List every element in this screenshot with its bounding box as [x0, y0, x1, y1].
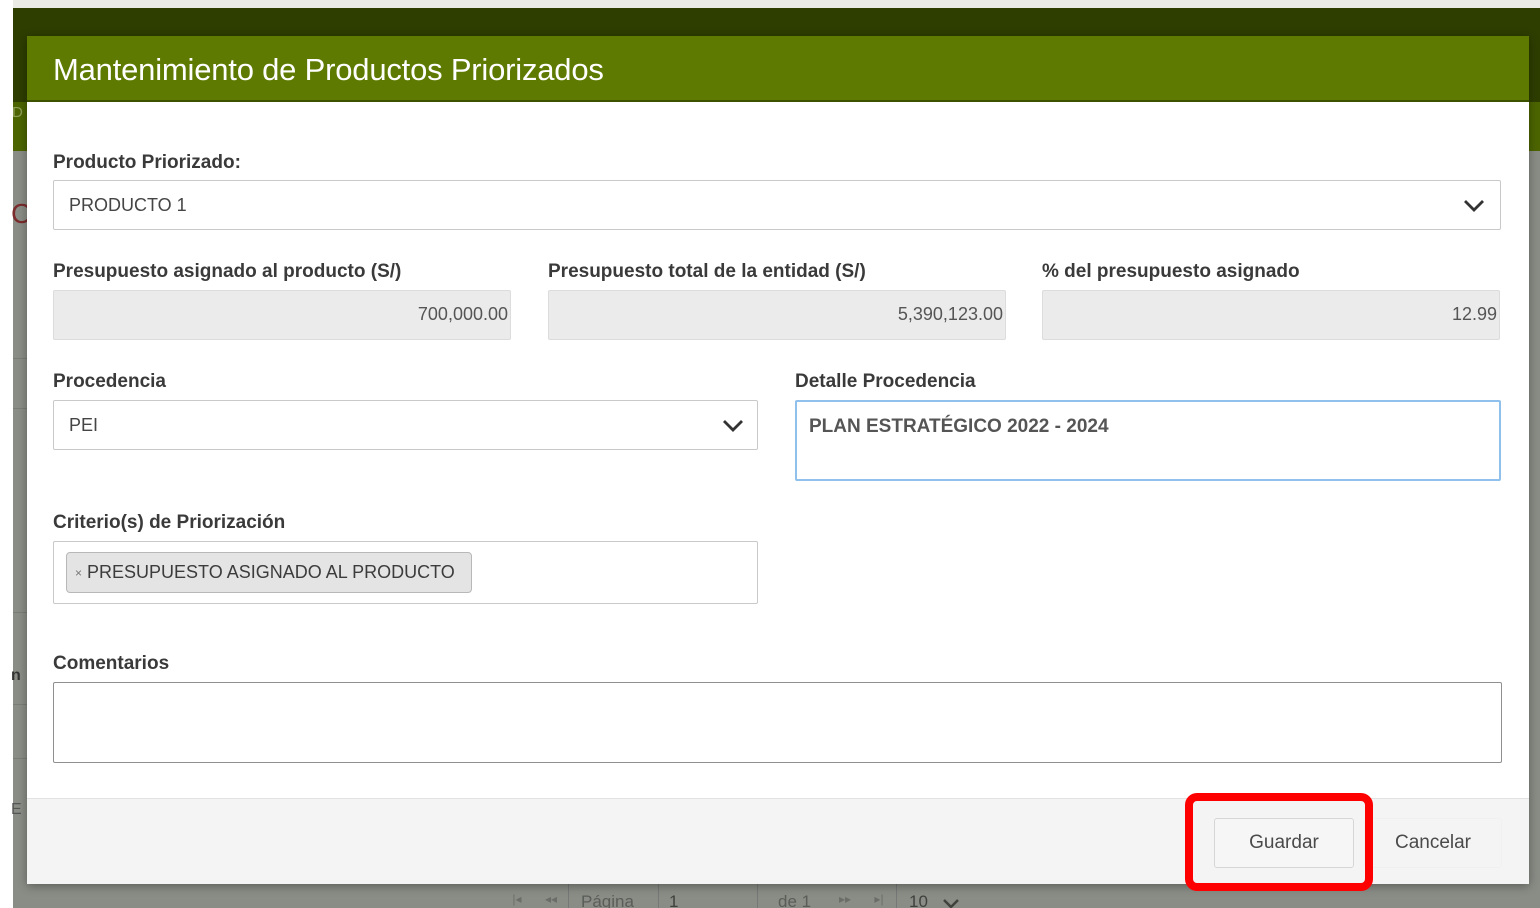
dialog-header: Mantenimiento de Productos Priorizados — [27, 36, 1529, 102]
producto-select[interactable]: PRODUCTO 1 — [53, 180, 1501, 230]
page-label: Página — [568, 884, 658, 908]
background-divider — [13, 612, 27, 613]
presupuesto-producto-value: 700,000.00 — [417, 304, 508, 324]
criterios-multiselect[interactable]: × PRESUPUESTO ASIGNADO AL PRODUCTO — [53, 541, 758, 604]
background-text-fragment: E — [11, 801, 22, 818]
next-page-button[interactable]: ▸▸ — [828, 884, 862, 906]
presupuesto-total-value: 5,390,123.00 — [897, 304, 1003, 324]
chevron-down-icon — [722, 419, 744, 433]
page-size-value: 10 — [909, 892, 928, 908]
criterio-tag-label: PRESUPUESTO ASIGNADO AL PRODUCTO — [87, 562, 455, 582]
last-page-button[interactable]: ▸| — [862, 884, 896, 906]
detalle-procedencia-label: Detalle Procedencia — [795, 371, 976, 392]
save-button[interactable]: Guardar — [1214, 818, 1354, 868]
criterio-tag: × PRESUPUESTO ASIGNADO AL PRODUCTO — [66, 552, 472, 593]
comentarios-textarea[interactable] — [53, 682, 1502, 763]
presupuesto-producto-label: Presupuesto asignado al producto (S/) — [53, 261, 402, 282]
background-divider — [13, 408, 27, 409]
comentarios-label: Comentarios — [53, 653, 170, 674]
table-pagination: |◂ ◂◂ Página 1 de 1 ▸▸ ▸| 10 — [500, 884, 1060, 908]
porcentaje-value: 12.99 — [1451, 304, 1497, 324]
background-text-fragment: D — [12, 104, 23, 121]
background-divider — [13, 758, 27, 759]
detalle-procedencia-textarea[interactable]: PLAN ESTRATÉGICO 2022 - 2024 — [795, 400, 1501, 481]
prev-page-button[interactable]: ◂◂ — [534, 884, 568, 906]
product-maintenance-dialog: Mantenimiento de Productos Priorizados P… — [27, 36, 1529, 884]
presupuesto-total-label: Presupuesto total de la entidad (S/) — [548, 261, 866, 282]
producto-label: Producto Priorizado: — [53, 152, 241, 173]
procedencia-select[interactable]: PEI — [53, 400, 758, 450]
detalle-procedencia-value: PLAN ESTRATÉGICO 2022 - 2024 — [809, 416, 1109, 437]
presupuesto-producto-field: 700,000.00 — [53, 290, 511, 340]
criterios-label: Criterio(s) de Priorización — [53, 512, 286, 533]
porcentaje-label: % del presupuesto asignado — [1042, 261, 1300, 282]
page-size-select[interactable]: 10 — [896, 884, 986, 908]
page-count-label: de 1 — [778, 892, 812, 908]
page-number-input[interactable]: 1 — [658, 884, 758, 908]
chevron-down-icon — [942, 898, 960, 908]
background-text-fragment: n — [11, 667, 21, 684]
porcentaje-field: 12.99 — [1042, 290, 1500, 340]
background-divider — [13, 358, 27, 359]
procedencia-select-value: PEI — [69, 415, 99, 435]
background-divider — [13, 704, 27, 705]
procedencia-label: Procedencia — [53, 371, 166, 392]
cancel-button[interactable]: Cancelar — [1364, 818, 1502, 868]
first-page-button[interactable]: |◂ — [500, 884, 534, 906]
page-left-edge — [0, 0, 13, 908]
remove-tag-icon[interactable]: × — [75, 566, 82, 580]
chevron-down-icon — [1463, 199, 1485, 213]
producto-select-value: PRODUCTO 1 — [69, 195, 187, 215]
dialog-title: Mantenimiento de Productos Priorizados — [53, 52, 604, 87]
presupuesto-total-field: 5,390,123.00 — [548, 290, 1006, 340]
